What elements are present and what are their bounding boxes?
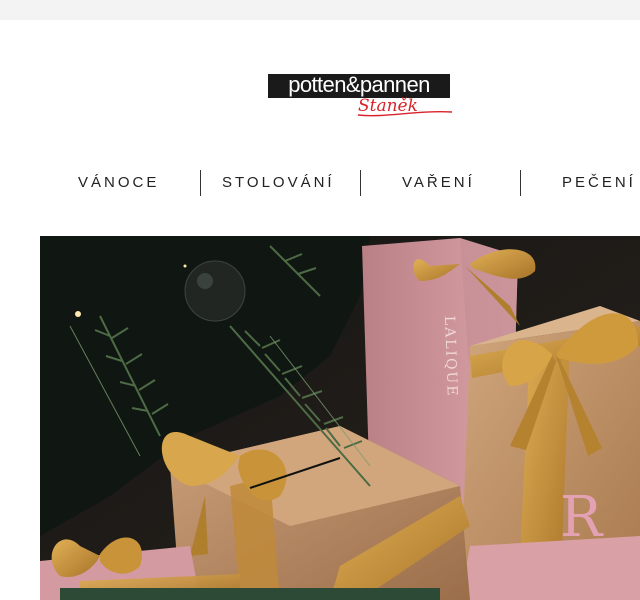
logo-swash <box>357 110 453 117</box>
nav-separator <box>200 170 201 196</box>
main-navigation: VÁNOCE STOLOVÁNÍ VAŘENÍ PEČENÍ <box>0 168 640 198</box>
nav-item-vanoce[interactable]: VÁNOCE <box>78 168 159 198</box>
bag-text: LALIQUE <box>441 316 460 398</box>
nav-item-vareni[interactable]: VAŘENÍ <box>402 168 475 198</box>
tree-light <box>183 264 187 268</box>
nav-separator <box>520 170 521 196</box>
nav-item-stolovani[interactable]: STOLOVÁNÍ <box>222 168 335 198</box>
logo-brand-text: potten&pannen <box>288 72 430 97</box>
logo[interactable]: potten&pannen Staněk <box>268 72 453 118</box>
hero-banner[interactable]: LALIQUE R <box>40 236 640 600</box>
pink-box-bottom <box>460 536 640 600</box>
top-bar <box>0 0 640 20</box>
ornament <box>184 260 246 322</box>
nav-separator <box>360 170 361 196</box>
nav-item-peceni[interactable]: PEČENÍ <box>562 168 636 198</box>
tree-light <box>75 311 81 317</box>
hero-image: LALIQUE R <box>40 236 640 600</box>
green-strip <box>60 588 440 600</box>
